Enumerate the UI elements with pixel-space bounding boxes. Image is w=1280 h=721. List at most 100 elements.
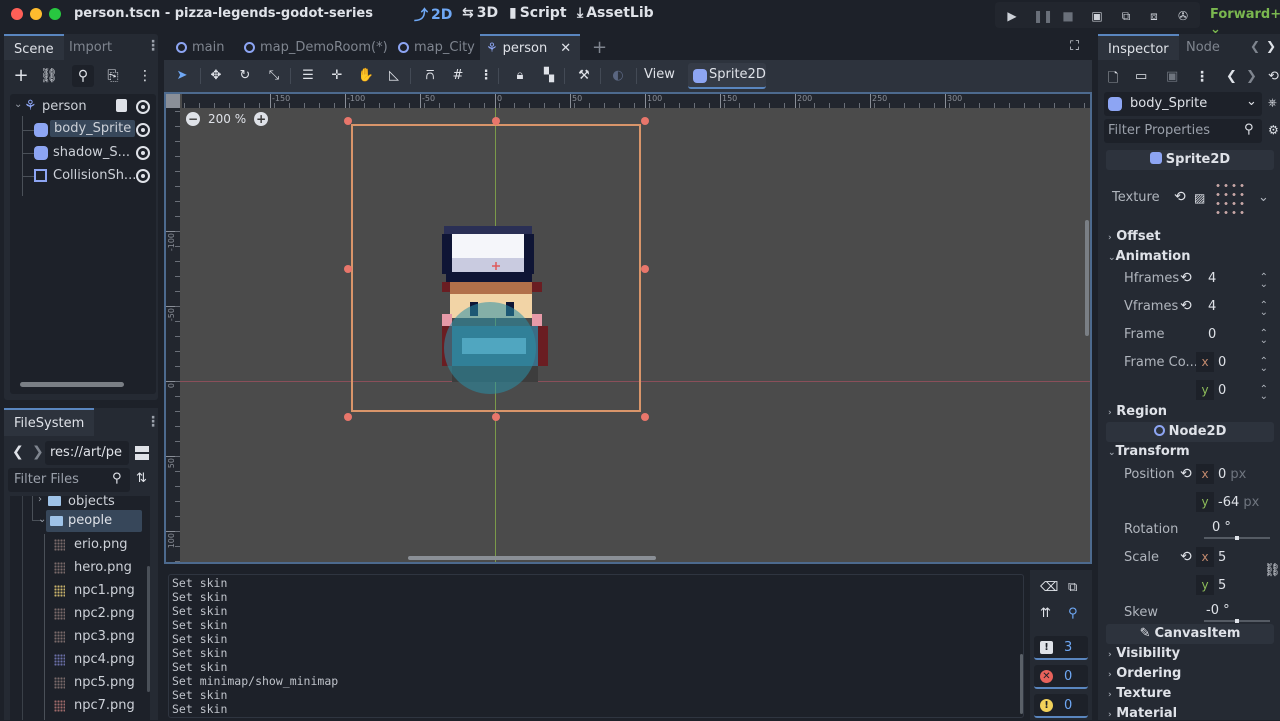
revert-icon[interactable]: ⟲ bbox=[1180, 466, 1192, 482]
forward-icon[interactable]: ❯ bbox=[32, 444, 44, 460]
spinbox-arrows-icon[interactable]: ⌃ ⌄ bbox=[1260, 301, 1268, 318]
grid-snap-icon[interactable]: # bbox=[448, 66, 468, 86]
bone-icon[interactable]: ⚒ bbox=[574, 66, 594, 86]
slider-thumb[interactable] bbox=[1235, 536, 1239, 540]
group-animation[interactable]: ⌄Animation bbox=[1108, 249, 1191, 264]
sprite2d-menu[interactable]: Sprite2D bbox=[688, 63, 766, 89]
spinbox-arrows-icon[interactable]: ⌃ ⌄ bbox=[1260, 329, 1268, 346]
forward-icon[interactable]: ❯ bbox=[1246, 69, 1257, 84]
group-visibility[interactable]: › Visibility bbox=[1108, 646, 1180, 661]
scene-tab-map-demoroom[interactable]: map_DemoRoom(*) bbox=[238, 34, 394, 60]
group-transform[interactable]: ⌄Transform bbox=[1108, 444, 1190, 459]
script-icon[interactable] bbox=[116, 99, 127, 112]
hframes-value[interactable]: 4 bbox=[1208, 271, 1216, 286]
save-icon[interactable]: ▣ bbox=[1166, 69, 1178, 84]
frame-value[interactable]: 0 bbox=[1208, 327, 1216, 342]
search-icon[interactable]: ⚲ bbox=[1068, 606, 1078, 621]
stop-icon[interactable]: ■ bbox=[1061, 9, 1075, 23]
tab-inspector[interactable]: Inspector bbox=[1098, 34, 1179, 60]
revert-icon[interactable]: ⟲ bbox=[1180, 270, 1192, 286]
revert-icon[interactable]: ⟲ bbox=[1180, 298, 1192, 314]
doc-icon[interactable]: ⎈ bbox=[1268, 96, 1277, 110]
workspace-2d-button[interactable]: ⤴ 2D bbox=[414, 5, 452, 25]
rotate-mode-icon[interactable]: ↻ bbox=[235, 66, 255, 86]
resize-handle[interactable] bbox=[492, 413, 500, 421]
object-selector[interactable]: body_Sprite ⌄ bbox=[1104, 92, 1262, 116]
camera-override-icon[interactable]: ◐ bbox=[608, 66, 628, 86]
play-icon[interactable]: ▶ bbox=[1005, 9, 1019, 23]
zoom-out-icon[interactable]: − bbox=[186, 112, 200, 126]
attach-script-icon[interactable]: ⎘ bbox=[102, 65, 124, 87]
frame-coords-x-value[interactable]: 0 bbox=[1218, 355, 1226, 370]
open-folder-icon[interactable]: ▭ bbox=[1135, 69, 1147, 84]
lock-icon[interactable]: 🔒︎ bbox=[510, 66, 530, 86]
visibility-eye-icon[interactable] bbox=[136, 146, 150, 160]
path-field[interactable]: res://art/pe bbox=[45, 441, 129, 465]
canvas-viewport[interactable]: -150 -100 -50 0 50 100 150 200 250 300 -100 -50 0 50… bbox=[164, 92, 1092, 564]
pause-icon[interactable]: ❚❚ bbox=[1033, 9, 1053, 23]
spinbox-arrows-icon[interactable]: ⌃ ⌄ bbox=[1260, 385, 1268, 402]
position-x-field[interactable]: 0 px bbox=[1218, 467, 1246, 482]
close-window-button[interactable] bbox=[11, 8, 23, 20]
tab-node[interactable]: Node bbox=[1176, 34, 1230, 60]
visibility-eye-icon[interactable] bbox=[136, 100, 150, 114]
select-mode-icon[interactable]: ➤ bbox=[172, 66, 192, 86]
pivot-mode-icon[interactable]: ✛ bbox=[327, 66, 347, 86]
remote-debug-icon[interactable]: ▣ bbox=[1090, 9, 1104, 23]
vertical-scrollbar[interactable] bbox=[147, 566, 150, 692]
new-scene-tab-button[interactable]: + bbox=[586, 34, 613, 60]
resize-handle[interactable] bbox=[641, 117, 649, 125]
movie-maker-icon[interactable]: ✇ bbox=[1176, 9, 1190, 23]
smart-snap-icon[interactable]: ⩃ bbox=[420, 66, 440, 86]
tree-node-person[interactable]: ⌄ ⚘ person bbox=[10, 96, 156, 118]
copy-icon[interactable]: ⧉ bbox=[1068, 580, 1077, 595]
skew-slider[interactable] bbox=[1204, 619, 1270, 623]
slider-thumb[interactable] bbox=[1235, 619, 1239, 623]
add-node-icon[interactable]: + bbox=[10, 65, 32, 87]
minimize-window-button[interactable] bbox=[30, 8, 42, 20]
vframes-value[interactable]: 4 bbox=[1208, 299, 1216, 314]
workspace-assetlib-button[interactable]: ⤓ AssetLib bbox=[577, 5, 654, 21]
folder-people[interactable]: ⌄ people bbox=[34, 510, 144, 532]
new-resource-icon[interactable]: 🗋︎ bbox=[1108, 69, 1118, 91]
pan-mode-icon[interactable]: ✋ bbox=[356, 66, 376, 86]
history-back-icon[interactable]: ❮ bbox=[1250, 39, 1260, 53]
spinbox-arrows-icon[interactable]: ⌃ ⌄ bbox=[1260, 273, 1268, 290]
filter-files-input[interactable]: Filter Files ⚲ bbox=[8, 468, 130, 492]
run-specific-scene-icon[interactable]: ⧈ bbox=[1147, 9, 1161, 23]
group-material[interactable]: › Material bbox=[1108, 706, 1177, 721]
tab-scene[interactable]: Scene bbox=[4, 34, 64, 60]
list-select-icon[interactable]: ☰ bbox=[298, 66, 318, 86]
scene-tab-person[interactable]: ⚘ person ✕ bbox=[480, 34, 580, 60]
close-tab-icon[interactable]: ✕ bbox=[560, 41, 571, 56]
group-ordering[interactable]: › Ordering bbox=[1108, 666, 1181, 681]
back-icon[interactable]: ❮ bbox=[12, 444, 24, 460]
clear-output-icon[interactable]: ⌫ bbox=[1040, 580, 1058, 595]
resize-handle[interactable] bbox=[344, 117, 352, 125]
kebab-menu-icon[interactable]: ⋮ bbox=[1195, 69, 1209, 85]
filter-properties-input[interactable]: Filter Properties ⚲ bbox=[1104, 119, 1262, 143]
warnings-filter-toggle[interactable]: ! 0 bbox=[1034, 694, 1088, 718]
scale-y-value[interactable]: 5 bbox=[1218, 578, 1226, 593]
scale-mode-icon[interactable]: ⤡ bbox=[264, 66, 284, 86]
renderer-select[interactable]: Forward+ ⌄ bbox=[1210, 7, 1280, 37]
move-mode-icon[interactable]: ✥ bbox=[206, 66, 226, 86]
rotation-value[interactable]: 0 ° bbox=[1212, 520, 1231, 535]
revert-icon[interactable]: ⟲ bbox=[1180, 549, 1192, 565]
view-menu[interactable]: View bbox=[644, 67, 675, 82]
group-texture[interactable]: › Texture bbox=[1108, 686, 1171, 701]
tab-import[interactable]: Import bbox=[59, 34, 122, 60]
link-icon[interactable]: ⛓ bbox=[1264, 563, 1280, 578]
group-icon[interactable]: ▚ bbox=[539, 66, 559, 86]
revert-icon[interactable]: ⟲ bbox=[1174, 189, 1186, 205]
split-view-icon[interactable] bbox=[135, 446, 149, 460]
sort-icon[interactable]: ⇅ bbox=[136, 471, 147, 486]
skew-value[interactable]: -0 ° bbox=[1206, 603, 1230, 618]
messages-filter-toggle[interactable]: ! 3 bbox=[1034, 636, 1088, 660]
link-icon[interactable]: ⛓ bbox=[38, 65, 60, 87]
selection-rect[interactable] bbox=[351, 124, 641, 412]
edit-texture-icon[interactable]: ▨ bbox=[1194, 191, 1205, 205]
rotation-slider[interactable] bbox=[1204, 536, 1270, 540]
horizontal-scrollbar[interactable] bbox=[20, 382, 124, 387]
frame-coords-y-value[interactable]: 0 bbox=[1218, 383, 1226, 398]
